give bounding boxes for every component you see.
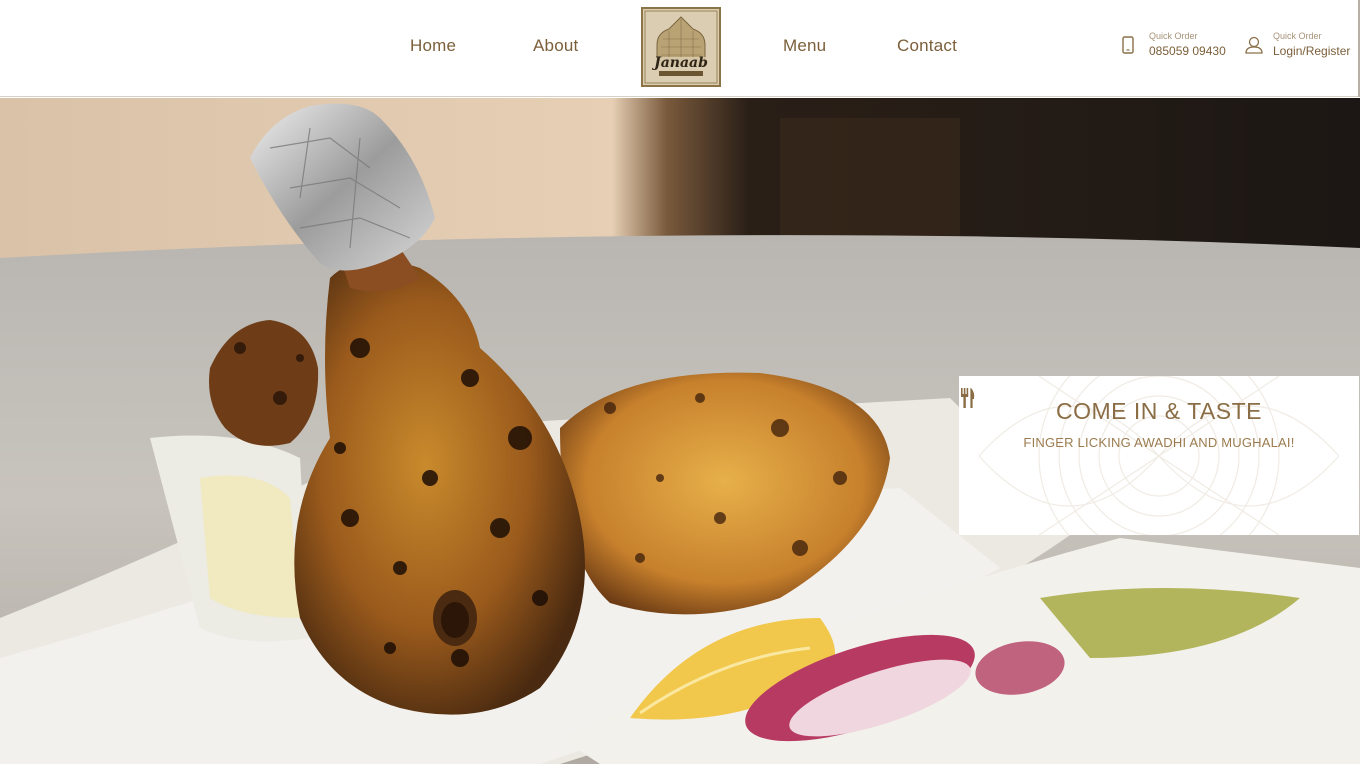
- logo-wordmark: Janaab: [651, 55, 708, 71]
- quick-order-login-text: Quick Order Login/Register: [1273, 30, 1350, 59]
- promo-card: COME IN & TASTE FINGER LICKING AWADHI AN…: [959, 376, 1359, 535]
- nav-contact[interactable]: Contact: [897, 36, 957, 56]
- phone-number: 085059 09430: [1149, 44, 1226, 58]
- user-icon: [1245, 36, 1263, 54]
- nav-menu[interactable]: Menu: [783, 36, 826, 56]
- promo-title: COME IN & TASTE: [1055, 398, 1262, 424]
- quick-order-label: Quick Order: [1149, 31, 1198, 41]
- promo-subtitle: FINGER LICKING AWADHI AND MUGHALAI!: [1023, 435, 1295, 450]
- restaurant-logo: Janaab: [643, 9, 719, 85]
- login-register-link[interactable]: Login/Register: [1273, 43, 1350, 59]
- nav-about[interactable]: About: [533, 36, 578, 56]
- quick-order-label: Quick Order: [1273, 31, 1322, 41]
- site-logo[interactable]: Janaab: [641, 7, 721, 87]
- nav-home[interactable]: Home: [410, 36, 456, 56]
- hero-food-image: COME IN & TASTE FINGER LICKING AWADHI AN…: [0, 98, 1360, 764]
- mobile-phone-icon: [1122, 36, 1134, 54]
- site-header: Home About Janaab Menu Contact Quick Ord…: [0, 0, 1360, 97]
- quick-order-phone-text: Quick Order 085059 09430: [1149, 30, 1226, 59]
- cutlery-icon: [961, 388, 975, 408]
